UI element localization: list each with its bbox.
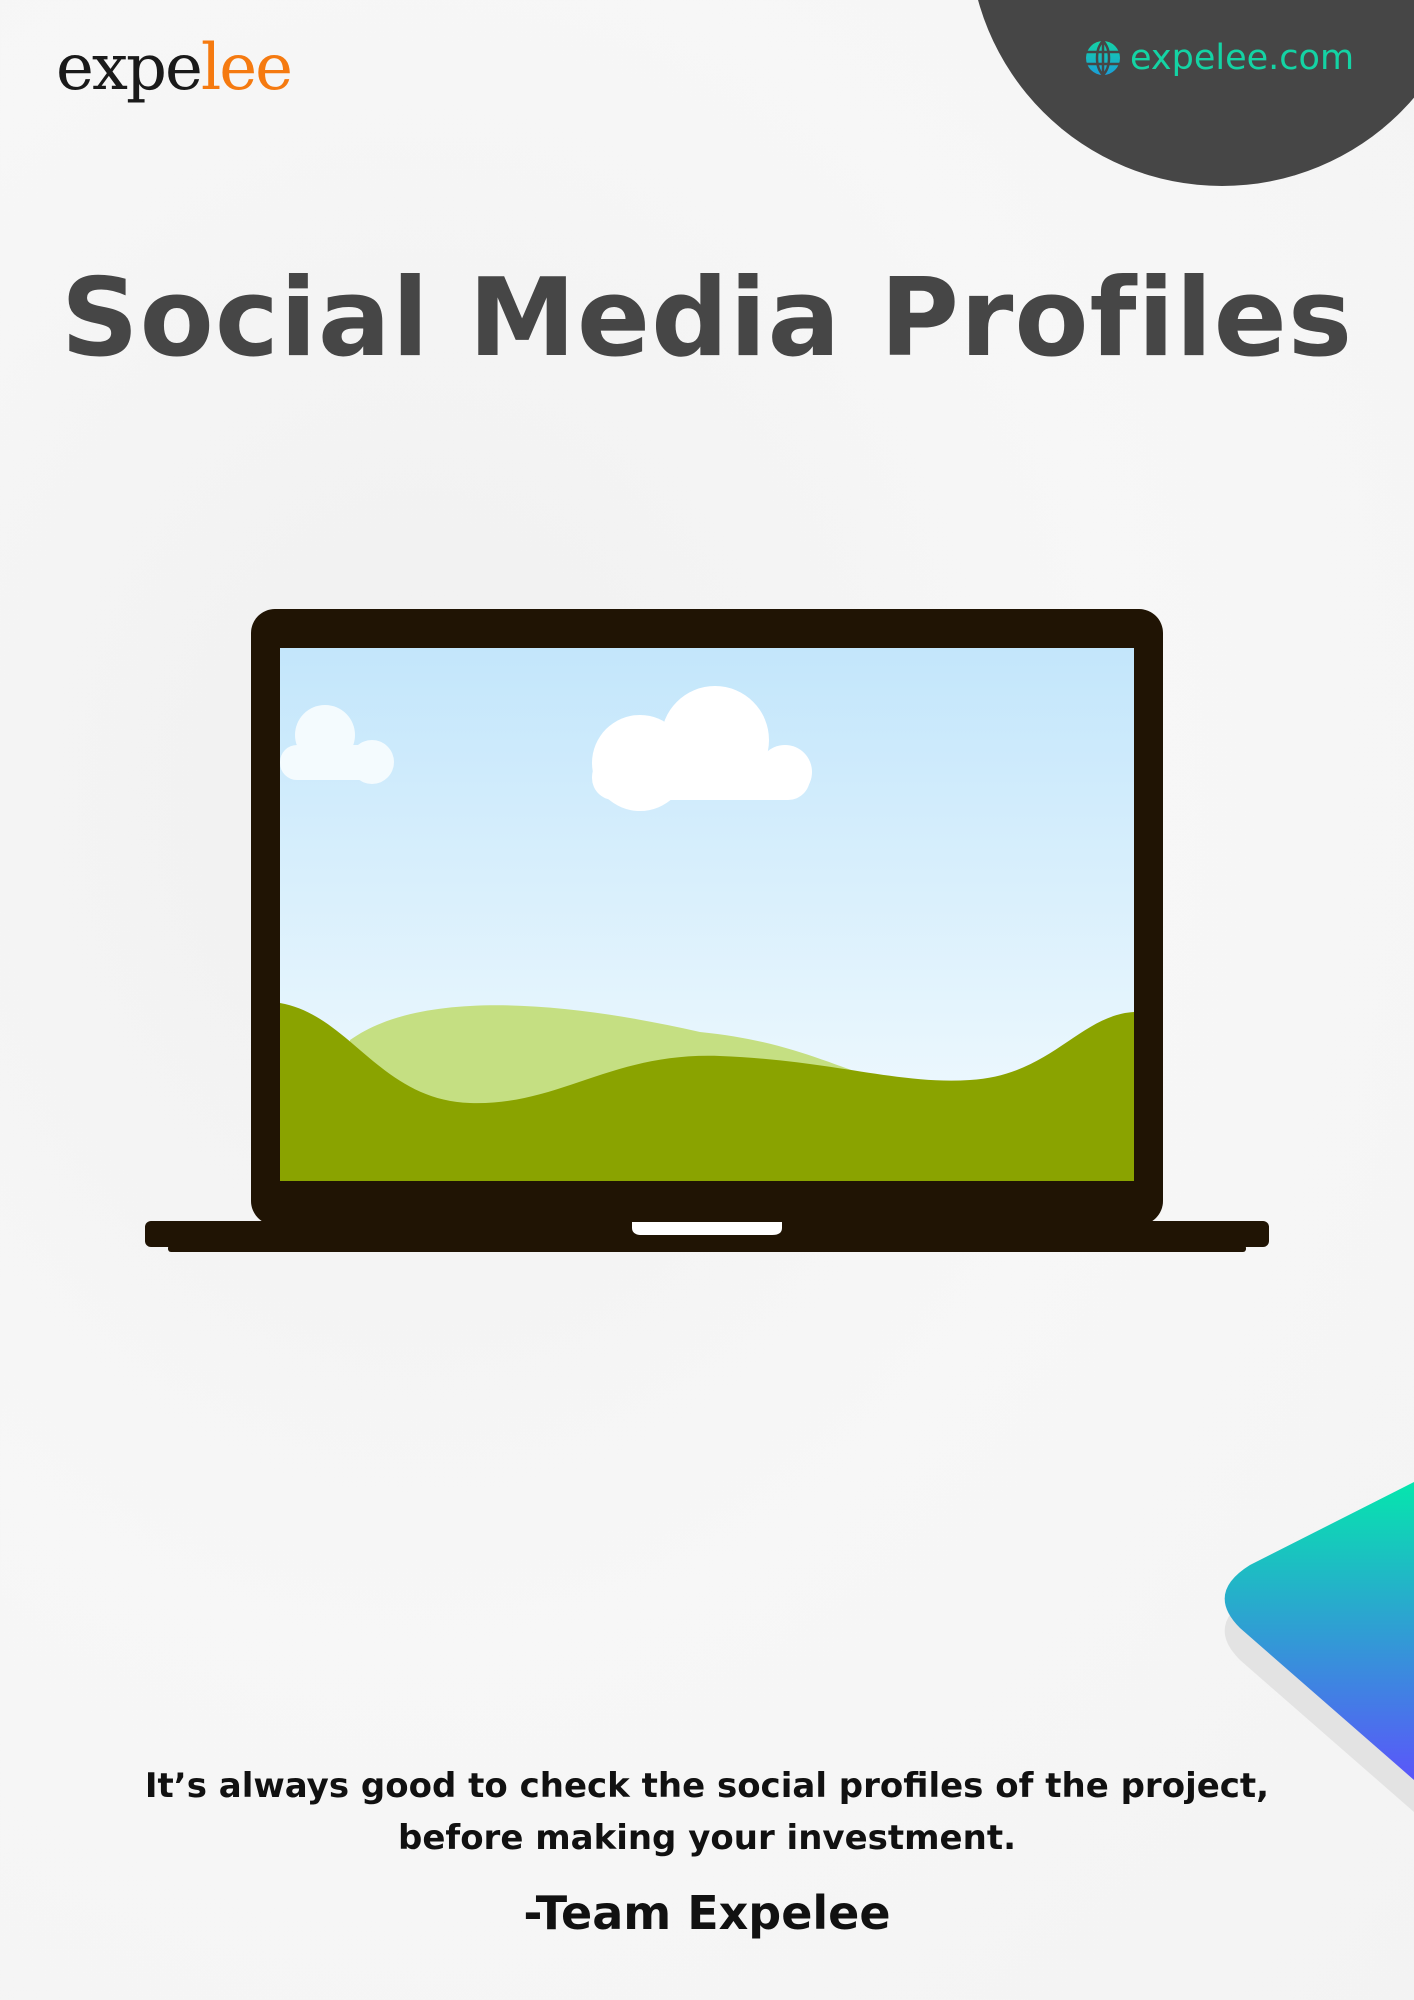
quote-line-1: It’s always good to check the social pro…: [144, 1766, 1270, 1806]
signature: -Team Expelee: [523, 1886, 891, 1940]
quote-line-2: before making your investment.: [398, 1818, 1016, 1858]
gradient-corner-decoration: [1224, 1482, 1414, 1812]
quote-text: It’s always good to check the social pro…: [0, 1760, 1414, 1864]
